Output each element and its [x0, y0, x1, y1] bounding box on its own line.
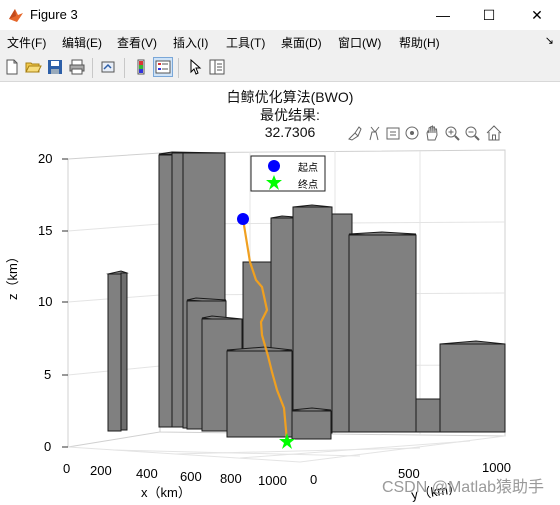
x-tick-label: 400: [136, 466, 158, 481]
building: [292, 204, 333, 434]
building: [106, 270, 129, 432]
z-axis-label: z（km）: [5, 250, 20, 300]
z-tick-label: 0: [44, 439, 52, 454]
axis-ticks: [62, 158, 68, 448]
watermark: CSDN @Matlab猿助手: [381, 479, 544, 496]
y-tick-label: 0: [310, 472, 318, 487]
x-tick-label: 800: [220, 471, 242, 486]
building: [415, 398, 442, 433]
building: [348, 231, 417, 433]
plot-3d-axes: [62, 149, 506, 463]
x-tick-label: 200: [90, 463, 112, 478]
legend-start-marker: [268, 160, 280, 172]
building: [291, 407, 332, 440]
z-tick-label: 10: [38, 294, 53, 309]
building: [226, 346, 293, 438]
x-tick-label: 1000: [258, 473, 287, 488]
x-tick-label: 0: [63, 461, 71, 476]
legend-end-label: 终点: [298, 180, 318, 191]
start-point-marker: [237, 213, 249, 225]
x-axis-label: x（km）: [141, 485, 191, 500]
building: [439, 340, 506, 433]
z-tick-label: 5: [44, 367, 52, 382]
z-tick-label: 15: [38, 223, 53, 238]
z-tick-label: 20: [38, 151, 53, 166]
legend-start-label: 起点: [298, 163, 318, 174]
